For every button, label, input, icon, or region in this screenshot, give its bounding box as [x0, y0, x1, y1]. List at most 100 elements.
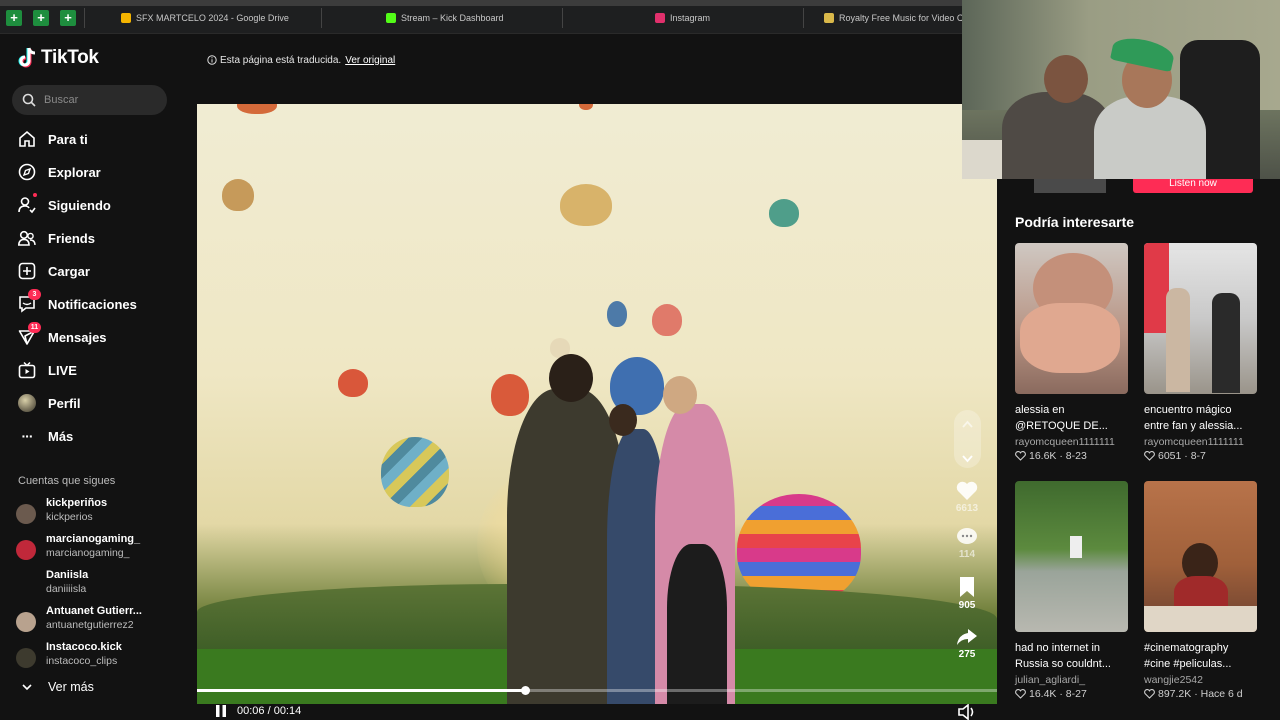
suggested-video-card[interactable]: had no internet in Russia so couldnt... … [1015, 481, 1128, 700]
instagram-icon [655, 13, 665, 23]
share-count: 275 [958, 649, 976, 660]
balloon [652, 304, 682, 336]
card-author[interactable]: wangjie2542 [1144, 674, 1257, 686]
card-title: had no internet in Russia so couldnt... [1015, 642, 1111, 670]
kick-icon [386, 13, 396, 23]
balloon [769, 199, 799, 227]
card-title: encuentro mágico entre fan y alessia... [1144, 404, 1243, 432]
profile-avatar [18, 394, 36, 412]
nav-mensajes[interactable]: 11 Mensajes [18, 322, 107, 348]
card-author[interactable]: rayomcqueen1111111 [1015, 436, 1128, 448]
followed-account[interactable]: kickperiños kickperios [16, 497, 186, 527]
messages-icon: 11 [18, 322, 41, 346]
followed-account[interactable]: Daniisla daniiiisla [16, 569, 186, 599]
pause-icon[interactable] [215, 704, 227, 718]
webcam-overlay [962, 0, 1280, 179]
see-more-button[interactable]: Ver más [20, 680, 94, 694]
account-handle: antuanetgutierrez2 [46, 619, 134, 631]
browser-tab-drive[interactable]: SFX MARTCELO 2024 - Google Drive [84, 8, 320, 28]
person-head [663, 376, 697, 414]
browser-tab-instagram[interactable]: Instagram [562, 8, 802, 28]
listen-now-button[interactable]: Listen now [1133, 178, 1253, 193]
pinned-sheets-tab-icon[interactable]: + [60, 10, 76, 26]
suggested-video-card[interactable]: alessia en @RETOQUE DE... rayomcqueen111… [1015, 243, 1128, 462]
account-name: marcianogaming_ [46, 533, 141, 545]
brand-name: TikTok [41, 47, 99, 68]
nav-label: Friends [48, 230, 95, 246]
account-handle: instacoco_clips [46, 655, 118, 667]
nav-explorar[interactable]: Explorar [18, 161, 101, 183]
tiktok-logo[interactable]: TikTok [18, 47, 99, 69]
suggestions-title: Podría interesarte [1015, 214, 1135, 230]
compass-icon [18, 163, 36, 181]
nav-live[interactable]: LIVE [18, 359, 77, 381]
card-author[interactable]: julian_agliardi_ [1015, 674, 1128, 686]
video-time: 00:06 / 00:14 [237, 705, 302, 717]
nav-mas[interactable]: ··· Más [18, 425, 74, 447]
progress-handle[interactable] [521, 686, 530, 695]
nav-cargar[interactable]: Cargar [18, 260, 90, 282]
like-button[interactable]: 6613 [947, 481, 987, 514]
followed-account[interactable]: Instacoco.kick instacoco_clips [16, 641, 186, 671]
balloon [222, 179, 254, 211]
save-button[interactable]: 905 [947, 576, 987, 611]
nav-label: Más [48, 428, 74, 444]
browser-tab-kick[interactable]: Stream – Kick Dashboard [321, 8, 561, 28]
friends-icon [18, 229, 36, 247]
translation-text: Esta página está traducida. [220, 54, 342, 66]
heart-outline-icon [1144, 689, 1155, 699]
tab-title: SFX MARTCELO 2024 - Google Drive [136, 13, 289, 23]
nav-siguiendo[interactable]: Siguiendo [18, 193, 111, 216]
video-thumbnail[interactable] [1144, 481, 1257, 632]
tab-title: Instagram [670, 13, 711, 23]
balloon [381, 437, 449, 507]
video-player[interactable] [197, 104, 997, 704]
balloon [607, 301, 627, 327]
card-title: #cinematography #cine #peliculas... [1144, 642, 1232, 670]
chevron-down-icon[interactable] [954, 444, 981, 473]
music-site-icon [824, 13, 834, 23]
search-input[interactable]: Buscar [12, 85, 167, 115]
nav-para-ti[interactable]: Para ti [18, 128, 88, 150]
account-name: Instacoco.kick [46, 641, 122, 653]
pinned-sheets-tab-icon[interactable]: + [6, 10, 22, 26]
nav-notificaciones[interactable]: 3 Notificaciones [18, 289, 137, 315]
comment-icon [957, 528, 977, 544]
browser-tab-music[interactable]: Royalty Free Music for Video Cr [803, 8, 963, 28]
share-button[interactable]: 275 [947, 627, 987, 660]
messages-badge: 11 [28, 322, 41, 333]
view-original-link[interactable]: Ver original [345, 55, 395, 66]
suggested-video-card[interactable]: #cinematography #cine #peliculas... wang… [1144, 481, 1257, 700]
feed-scroll-control[interactable] [954, 410, 981, 468]
balloon [237, 104, 277, 114]
upload-icon [18, 262, 36, 280]
music-thumbnail[interactable] [1034, 178, 1106, 193]
nav-label: Perfil [48, 395, 81, 411]
following-icon [18, 193, 37, 214]
live-icon [18, 361, 36, 379]
nav-label: Cargar [48, 263, 90, 279]
sidebar: TikTok Buscar Para ti Explorar Siguiendo… [0, 34, 197, 720]
comment-button[interactable]: 114 [947, 527, 987, 560]
following-section-title: Cuentas que sigues [18, 475, 116, 487]
chevron-up-icon[interactable] [954, 410, 981, 439]
video-progress-bar[interactable] [197, 686, 997, 695]
suggested-video-card[interactable]: encuentro mágico entre fan y alessia... … [1144, 243, 1257, 462]
card-author[interactable]: rayomcqueen1111111 [1144, 436, 1257, 448]
info-icon [207, 55, 217, 65]
pinned-sheets-tab-icon[interactable]: + [33, 10, 49, 26]
nav-friends[interactable]: Friends [18, 227, 95, 249]
account-name: Antuanet Gutierr... [46, 605, 142, 617]
bookmark-icon [960, 577, 974, 597]
followed-account[interactable]: marcianogaming_ marcianogaming_ [16, 533, 186, 563]
video-control-bar: 00:06 / 00:14 [197, 702, 997, 720]
account-handle: marcianogaming_ [46, 547, 130, 559]
account-name: kickperiños [46, 497, 108, 509]
share-icon [957, 629, 977, 645]
volume-icon[interactable] [958, 704, 976, 720]
video-thumbnail[interactable] [1015, 243, 1128, 394]
video-thumbnail[interactable] [1015, 481, 1128, 632]
nav-perfil[interactable]: Perfil [18, 392, 81, 414]
video-thumbnail[interactable] [1144, 243, 1257, 394]
followed-account[interactable]: Antuanet Gutierr... antuanetgutierrez2 [16, 605, 186, 635]
